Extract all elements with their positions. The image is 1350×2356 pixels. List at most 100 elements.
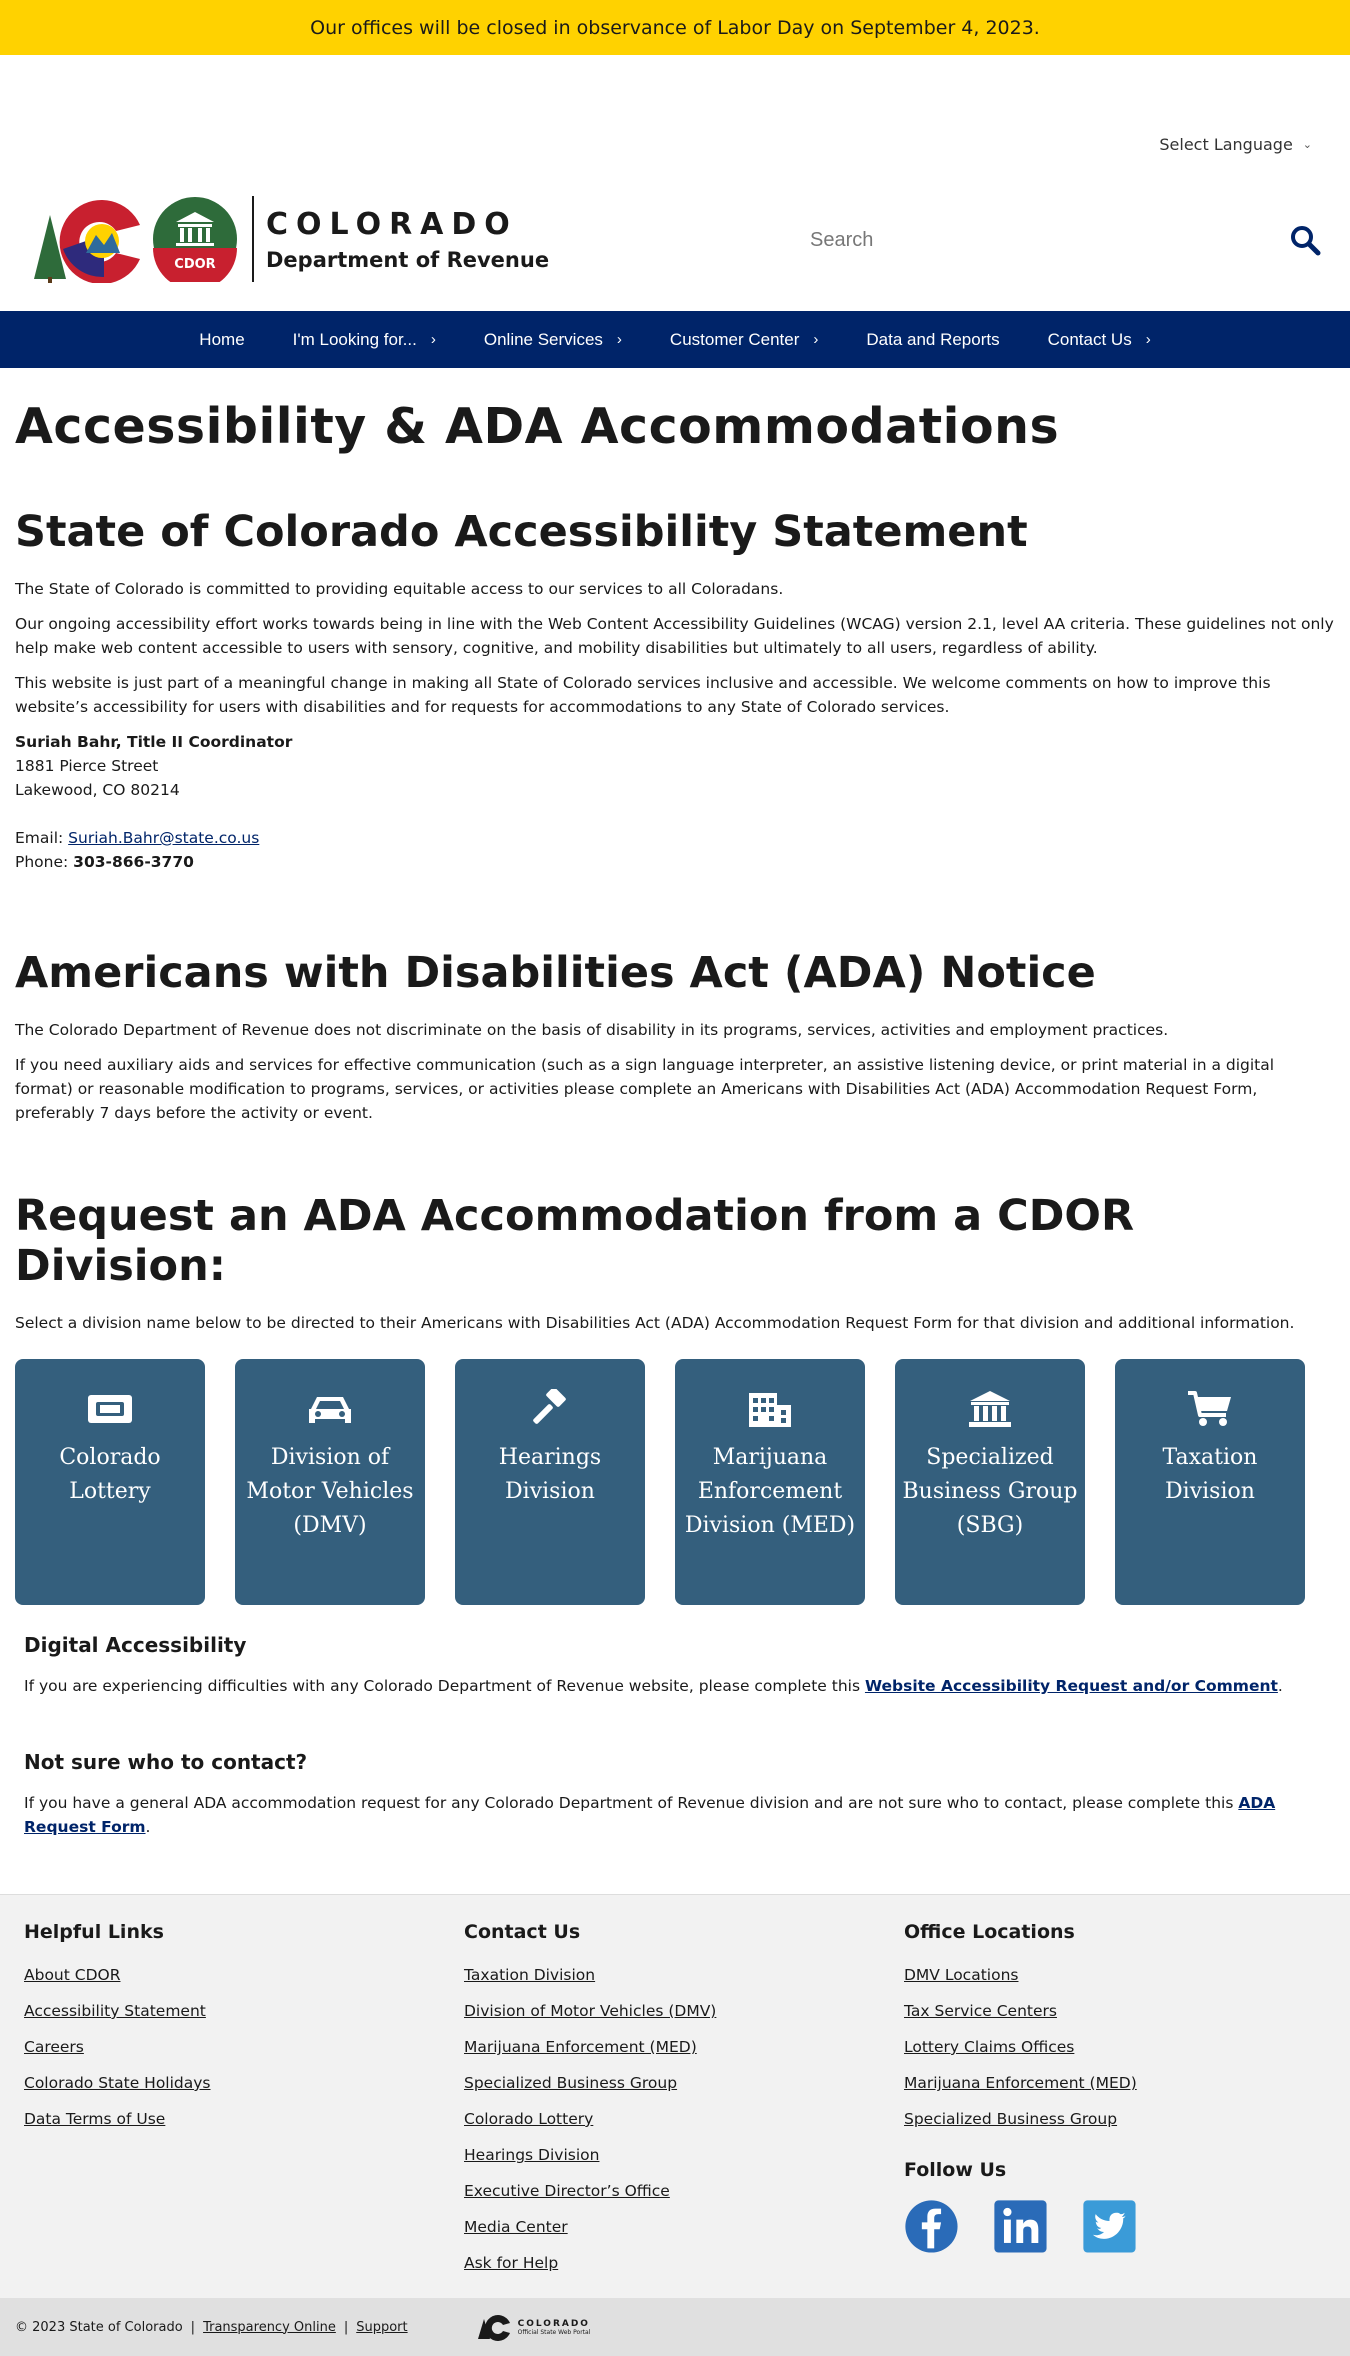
footer-link-med[interactable]: Marijuana Enforcement (MED) <box>464 2029 716 2065</box>
footer-link-med-offices[interactable]: Marijuana Enforcement (MED) <box>904 2065 1137 2101</box>
card-hearings[interactable]: Hearings Division <box>455 1359 645 1605</box>
footer-link-state-holidays[interactable]: Colorado State Holidays <box>24 2065 211 2101</box>
footer-link-ask-for-help[interactable]: Ask for Help <box>464 2245 716 2281</box>
nav-label: Customer Center <box>669 329 800 349</box>
nav-label: I'm Looking for... <box>292 329 417 349</box>
card-label: Specialized Business Group (SBG) <box>902 1445 1078 1538</box>
car-icon <box>309 1397 351 1423</box>
alert-text: Our offices will be closed in observance… <box>310 16 1040 39</box>
colorado-c-icon <box>34 200 140 283</box>
facebook-icon[interactable] <box>904 2199 959 2254</box>
colorado-portal-icon <box>477 2315 510 2341</box>
card-label: Marijuana Enforcement Division (MED) <box>684 1445 856 1538</box>
card-label: Taxation Division <box>1162 1445 1258 1504</box>
social-links <box>904 2199 1137 2254</box>
nav-label: Home <box>199 329 245 349</box>
chevron-right-icon: › <box>813 331 819 348</box>
ada-paragraph: If you need auxiliary aids and services … <box>15 1056 1275 1122</box>
accessibility-request-link[interactable]: Website Accessibility Request and/or Com… <box>865 1677 1278 1695</box>
copyright-bar: © 2023 State of Colorado | Transparency … <box>0 2298 1350 2356</box>
footer-link-lottery[interactable]: Colorado Lottery <box>464 2101 716 2137</box>
search-bar <box>810 223 1330 257</box>
card-label: Division of Motor Vehicles (DMV) <box>246 1445 414 1538</box>
cdor-seal-icon: CDOR <box>153 197 237 282</box>
footer-link-data-terms[interactable]: Data Terms of Use <box>24 2101 211 2137</box>
footer-link-executive-director[interactable]: Executive Director’s Office <box>464 2173 716 2209</box>
language-select[interactable]: Select Language ⌄ <box>1159 135 1312 154</box>
footer-link-dmv-locations[interactable]: DMV Locations <box>904 1957 1137 1993</box>
division-cards: Colorado Lottery Division of Motor Vehic… <box>0 1359 1350 1605</box>
search-icon[interactable] <box>1288 223 1322 257</box>
nav-label: Online Services <box>483 329 603 349</box>
twitter-icon[interactable] <box>1082 2199 1137 2254</box>
cdor-logo[interactable]: CDOR COLORADO Department of Revenue <box>30 195 549 283</box>
separator: | <box>343 2319 349 2335</box>
email-link[interactable]: Suriah.Bahr@state.co.us <box>68 829 259 847</box>
address-line: Lakewood, CO 80214 <box>15 781 180 799</box>
nav-item-online-services[interactable]: Online Services › <box>460 330 646 350</box>
card-specialized-business[interactable]: Specialized Business Group (SBG) <box>895 1359 1085 1605</box>
building-icon <box>749 1393 791 1427</box>
statement-body: The State of Colorado is committed to pr… <box>15 577 1335 719</box>
footer-office-locations: Office Locations DMV Locations Tax Servi… <box>904 1921 1137 2254</box>
footer-heading: Office Locations <box>904 1921 1075 1943</box>
footer-contact-us: Contact Us Taxation Division Division of… <box>464 1921 716 2281</box>
nav-item-home[interactable]: Home <box>175 330 268 350</box>
statement-paragraph: The State of Colorado is committed to pr… <box>15 580 784 598</box>
digital-accessibility-section: Digital Accessibility If you are experie… <box>0 1633 1350 1839</box>
page-title: Accessibility & ADA Accommodations <box>15 398 1060 455</box>
linkedin-icon[interactable] <box>993 2199 1048 2254</box>
card-colorado-lottery[interactable]: Colorado Lottery <box>15 1359 205 1605</box>
card-taxation[interactable]: Taxation Division <box>1115 1359 1305 1605</box>
nav-item-data-reports[interactable]: Data and Reports <box>842 330 1023 350</box>
digital-text: If you are experiencing difficulties wit… <box>24 1677 1283 1695</box>
footer-link-dmv[interactable]: Division of Motor Vehicles (DMV) <box>464 1993 716 2029</box>
card-label: Colorado Lottery <box>59 1445 161 1504</box>
footer-helpful-links: Helpful Links About CDOR Accessibility S… <box>24 1921 211 2137</box>
site-footer: Helpful Links About CDOR Accessibility S… <box>0 1894 1350 2298</box>
ticket-icon <box>88 1395 132 1423</box>
phone-number: 303-866-3770 <box>73 853 194 871</box>
footer-heading: Contact Us <box>464 1921 581 1943</box>
nav-item-customer-center[interactable]: Customer Center › <box>646 330 842 350</box>
footer-link-media-center[interactable]: Media Center <box>464 2209 716 2245</box>
footer-link-sbg-offices[interactable]: Specialized Business Group <box>904 2101 1137 2137</box>
support-link[interactable]: Support <box>356 2320 407 2335</box>
alert-banner: Our offices will be closed in observance… <box>0 0 1350 55</box>
footer-link-sbg[interactable]: Specialized Business Group <box>464 2065 716 2101</box>
separator: | <box>190 2319 196 2335</box>
nav-item-contact-us[interactable]: Contact Us › <box>1024 330 1175 350</box>
search-input[interactable] <box>810 228 1250 252</box>
logo-subtitle: Department of Revenue <box>266 247 550 272</box>
card-marijuana-enforcement[interactable]: Marijuana Enforcement Division (MED) <box>675 1359 865 1605</box>
footer-link-about-cdor[interactable]: About CDOR <box>24 1957 211 1993</box>
nav-label: Data and Reports <box>866 329 1000 349</box>
card-label: Hearings Division <box>498 1445 602 1504</box>
address-line: 1881 Pierce Street <box>15 757 159 775</box>
portal-title: COLORADO <box>517 2318 590 2329</box>
statement-heading: State of Colorado Accessibility Statemen… <box>15 507 1028 557</box>
footer-link-accessibility-statement[interactable]: Accessibility Statement <box>24 1993 211 2029</box>
language-label: Select Language <box>1159 135 1293 154</box>
logo-title: COLORADO <box>266 206 518 242</box>
main-nav: Home I'm Looking for... › Online Services… <box>0 311 1350 368</box>
request-heading: Request an ADA Accommodation from a CDOR… <box>15 1191 1135 1291</box>
ada-heading: Americans with Disabilities Act (ADA) No… <box>15 948 1096 998</box>
gavel-icon <box>533 1389 566 1424</box>
state-portal-logo[interactable]: COLORADO Official State Web Portal <box>476 2313 590 2341</box>
nav-item-looking-for[interactable]: I'm Looking for... › <box>269 330 460 350</box>
footer-link-hearings[interactable]: Hearings Division <box>464 2137 716 2173</box>
footer-link-careers[interactable]: Careers <box>24 2029 211 2065</box>
nav-label: Contact Us <box>1047 329 1132 349</box>
chevron-right-icon: › <box>1145 331 1151 348</box>
digital-heading: Digital Accessibility <box>24 1633 247 1657</box>
main-content: Accessibility & ADA Accommodations State… <box>0 398 1350 1335</box>
card-dmv[interactable]: Division of Motor Vehicles (DMV) <box>235 1359 425 1605</box>
transparency-online-link[interactable]: Transparency Online <box>203 2320 336 2335</box>
coordinator-name: Suriah Bahr, Title II Coordinator <box>15 733 293 751</box>
chevron-right-icon: › <box>430 331 436 348</box>
footer-link-taxation[interactable]: Taxation Division <box>464 1957 716 1993</box>
footer-link-lottery-claims[interactable]: Lottery Claims Offices <box>904 2029 1137 2065</box>
footer-link-tax-service-centers[interactable]: Tax Service Centers <box>904 1993 1137 2029</box>
cart-icon <box>1188 1391 1231 1426</box>
